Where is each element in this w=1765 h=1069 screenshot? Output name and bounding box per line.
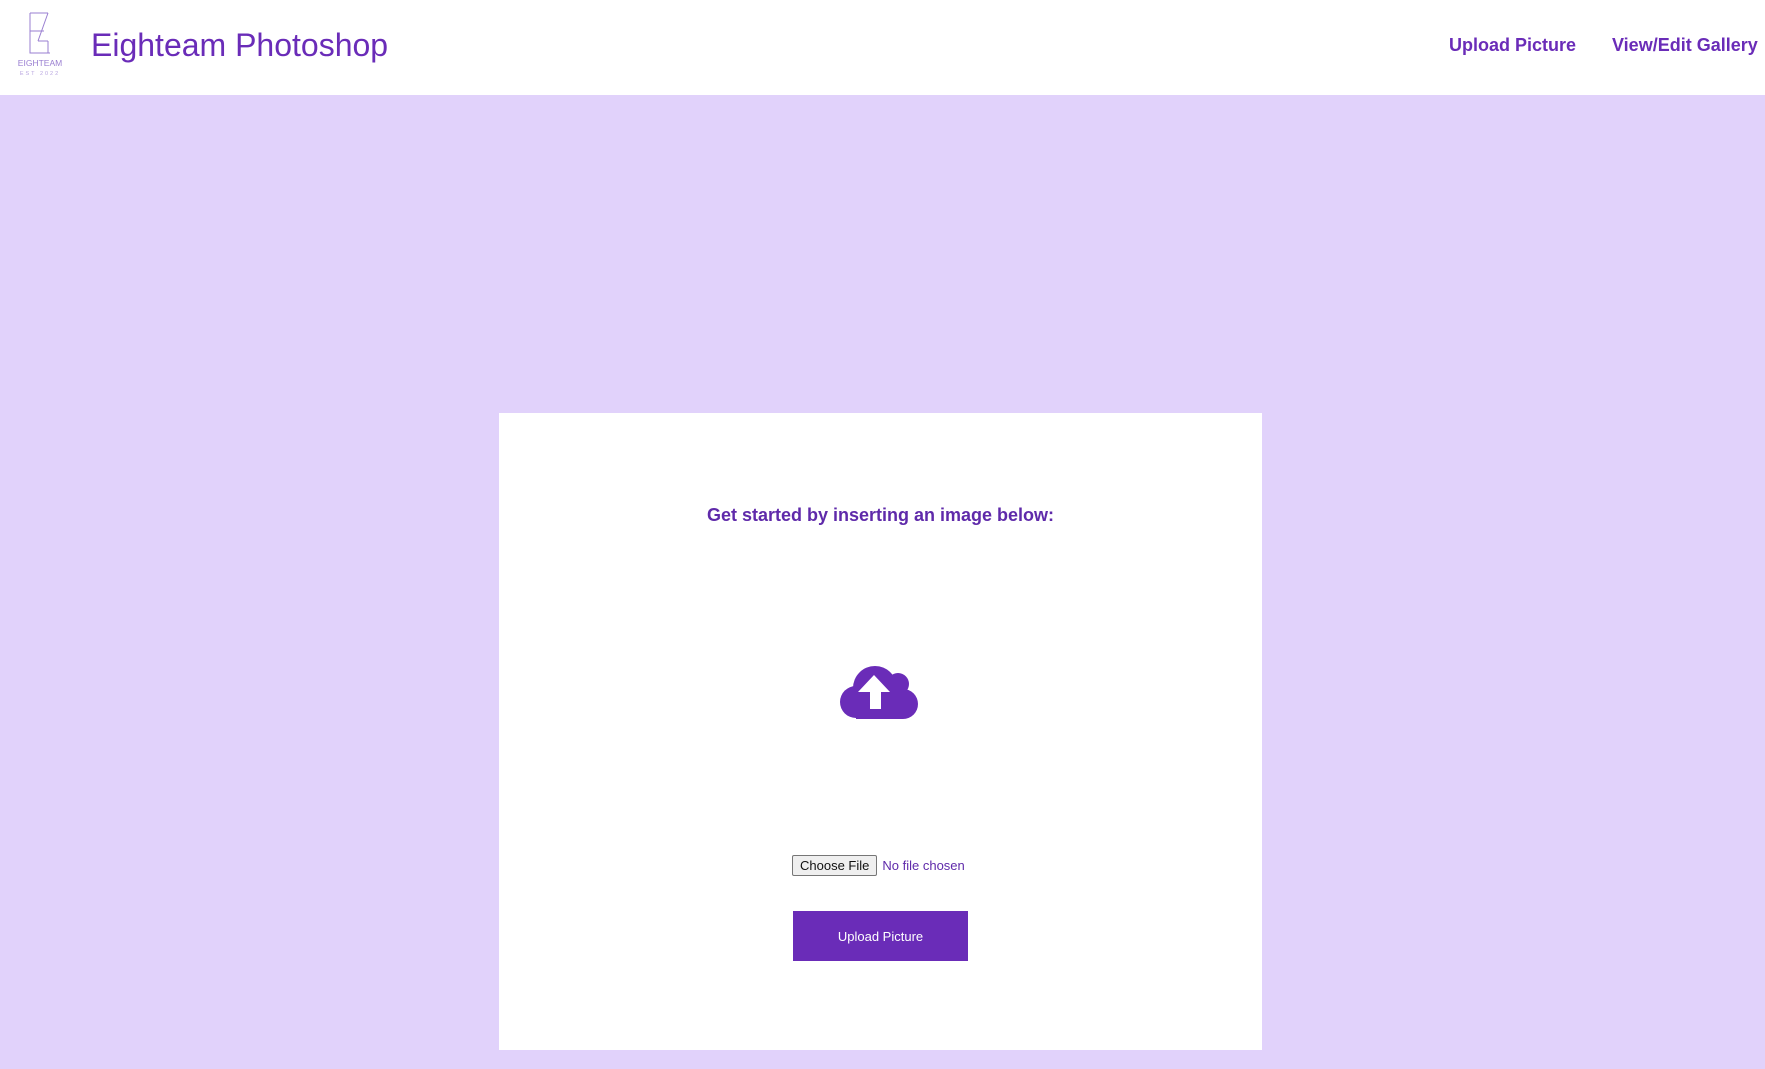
upload-prompt: Get started by inserting an image below: xyxy=(706,505,1055,525)
upload-card: Get started by inserting an image below:… xyxy=(499,413,1262,1050)
eighteam-logo[interactable]: EIGHTEAM EST 2022 xyxy=(14,11,66,77)
svg-text:EIGHTEAM: EIGHTEAM xyxy=(18,58,62,68)
file-input[interactable]: Choose File No file chosen xyxy=(792,854,965,876)
choose-file-button[interactable]: Choose File xyxy=(792,854,878,876)
upload-picture-button[interactable]: Upload Picture xyxy=(793,911,968,961)
svg-text:EST 2022: EST 2022 xyxy=(20,71,60,77)
site-title: Eighteam Photoshop xyxy=(91,27,389,63)
top-header: EIGHTEAM EST 2022 Eighteam Photoshop Upl… xyxy=(0,0,1765,95)
nav-view-edit-gallery[interactable]: View/Edit Gallery xyxy=(1612,34,1758,56)
file-status-text: No file chosen xyxy=(882,857,965,873)
nav-upload-picture[interactable]: Upload Picture xyxy=(1449,34,1576,56)
cloud-upload-icon xyxy=(840,666,918,719)
